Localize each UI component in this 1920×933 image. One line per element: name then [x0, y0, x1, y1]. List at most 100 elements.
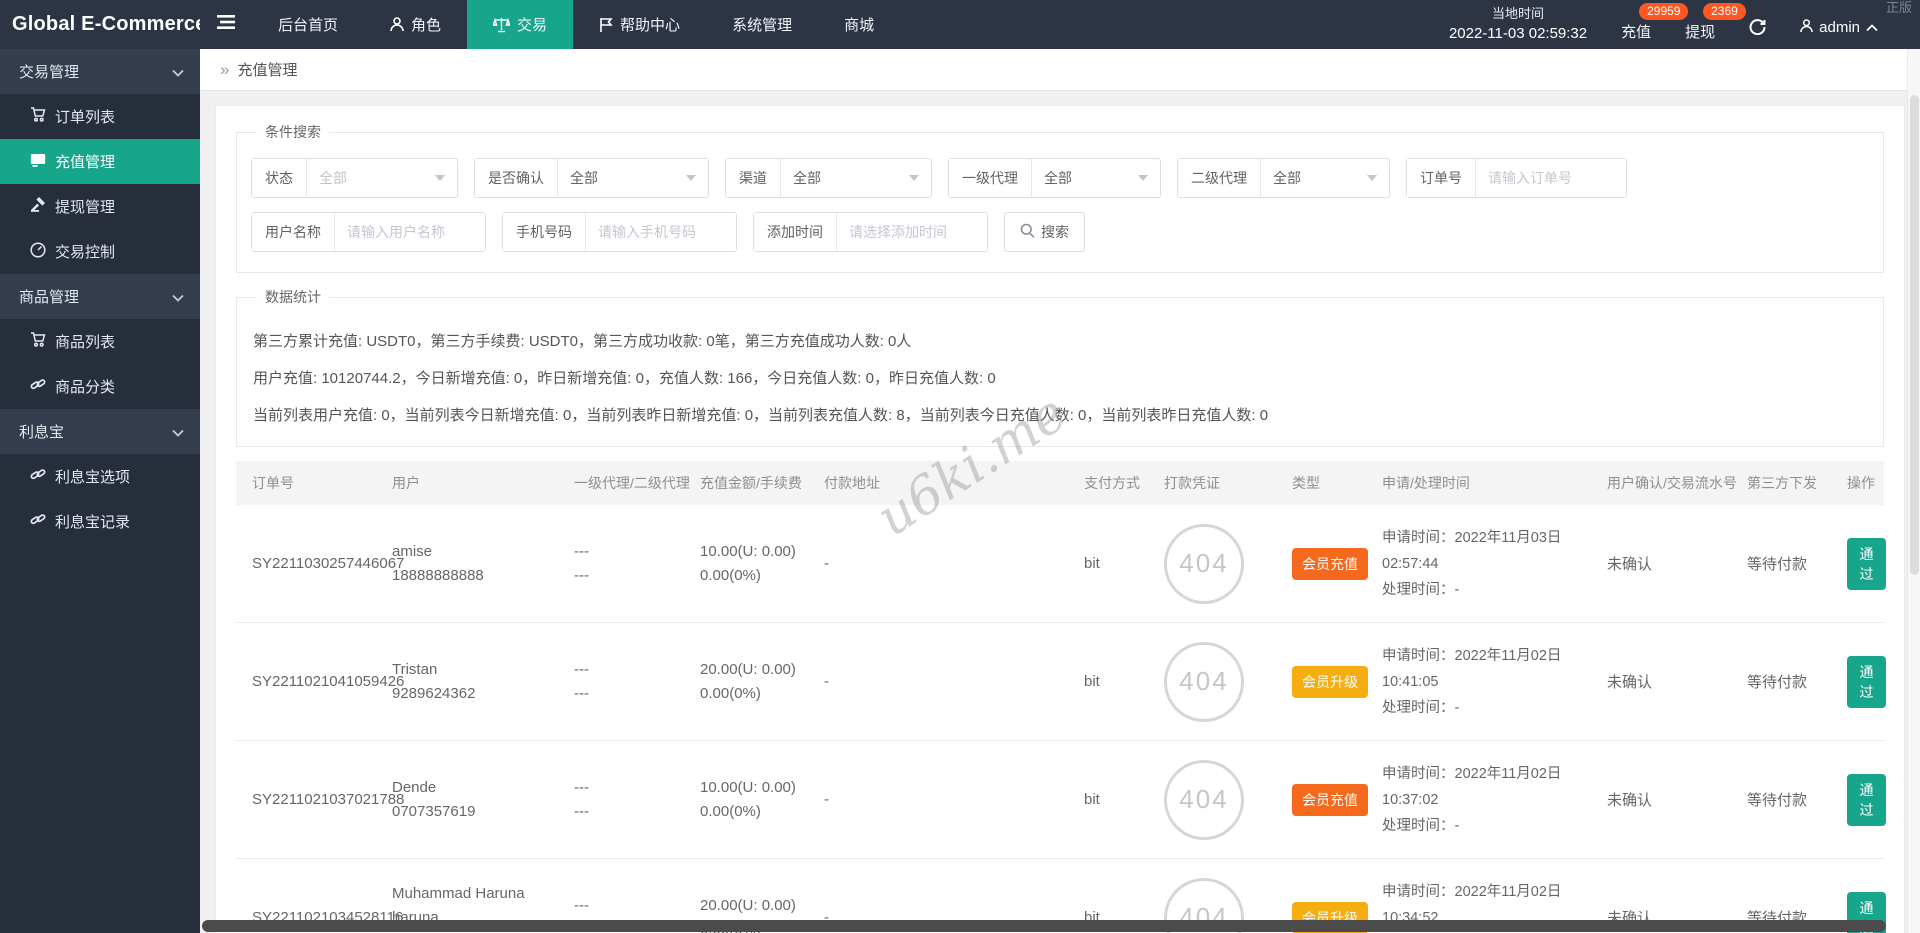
local-time: 当地时间 2022-11-03 02:59:32 [1449, 4, 1587, 46]
cell-address: - [824, 791, 829, 808]
cell-address: - [824, 555, 829, 572]
cell-type: 会员充值 [1286, 547, 1376, 580]
cell-third-party: 等待付款 [1747, 674, 1808, 691]
cell-pay-method: bit [1084, 791, 1100, 808]
status-select[interactable]: 状态 全部 [251, 158, 458, 198]
sidebar-item-label: 利息宝记录 [55, 514, 131, 531]
link-icon [30, 467, 46, 486]
order-no-label: 订单号 [1407, 159, 1476, 197]
breadcrumb: » 充值管理 [200, 49, 1920, 91]
stats-panel: 数据统计 第三方累计充值: USDT0，第三方手续费: USDT0，第三方成功收… [236, 287, 1884, 447]
horizontal-scrollbar-thumb[interactable] [202, 920, 1886, 932]
cell-time: 申请时间：2022年11月02日 10:37:02 处理时间：- [1382, 765, 1562, 834]
refresh-button[interactable] [1749, 10, 1766, 40]
caret-down-icon [1138, 175, 1148, 181]
chevron-down-icon [172, 64, 184, 81]
user-phone: 18888888888 [392, 566, 484, 584]
content-card: 条件搜索 状态 全部 是否确认 全部 渠道 全部 一级代理 全部 二级代理 全部… [215, 105, 1905, 933]
caret-up-icon [1866, 19, 1878, 36]
sidebar-item-withdraw-management[interactable]: 提现管理 [0, 184, 200, 229]
cell-order-no: SY2211021041059426 [252, 673, 405, 690]
cell-voucher: 404 [1158, 759, 1286, 840]
sidebar-item-product-category[interactable]: 商品分类 [0, 364, 200, 409]
person-icon [1800, 18, 1813, 37]
col-agents: 一级代理/二级代理 [574, 475, 690, 491]
cell-third-party: 等待付款 [1747, 556, 1808, 573]
col-pay-method: 支付方式 [1084, 475, 1140, 491]
sidebar-item-interest-records[interactable]: 利息宝记录 [0, 499, 200, 544]
username-label: 用户名称 [252, 213, 335, 251]
caret-down-icon [435, 175, 445, 181]
cell-order-no: SY2211021037021788 [252, 791, 405, 808]
cell-type: 会员升级 [1286, 665, 1376, 698]
nav-item-system[interactable]: 系统管理 [706, 0, 818, 49]
col-action: 操作 [1847, 475, 1875, 491]
nav-item-help-center[interactable]: 帮助中心 [573, 0, 706, 49]
nav-item-mall[interactable]: 商城 [818, 0, 900, 49]
sidebar-item-recharge-management[interactable]: 充值管理 [0, 139, 200, 184]
caret-down-icon [909, 175, 919, 181]
sidebar-item-trade-control[interactable]: 交易控制 [0, 229, 200, 274]
cell-amount: 10.00(U: 0.00) 0.00(0%) [700, 778, 796, 820]
withdraw-label: 提现 [1685, 24, 1716, 41]
agent2-label: 二级代理 [1178, 159, 1261, 197]
gavel-icon [30, 197, 46, 216]
username-input[interactable] [335, 213, 485, 251]
search-button[interactable]: 搜索 [1004, 212, 1085, 252]
stats-line: 用户充值: 10120744.2，今日新增充值: 0，昨日新增充值: 0，充值人… [253, 370, 996, 387]
sidebar-group-label: 交易管理 [19, 64, 80, 81]
sidebar-item-label: 商品列表 [55, 334, 116, 351]
sidebar-group-trade-management[interactable]: 交易管理 [0, 49, 200, 94]
nav-item-roles[interactable]: 角色 [364, 0, 467, 49]
confirm-select[interactable]: 是否确认 全部 [474, 158, 709, 198]
nav-label: 后台首页 [278, 17, 339, 34]
agent2-select[interactable]: 二级代理 全部 [1177, 158, 1390, 198]
channel-select[interactable]: 渠道 全部 [725, 158, 932, 198]
cell-agents: --- --- [574, 542, 589, 584]
sidebar-item-order-list[interactable]: 订单列表 [0, 94, 200, 139]
edition-tag: 正版 [1885, 0, 1912, 15]
voucher-404-image[interactable]: 404 [1164, 641, 1244, 722]
nav-item-trade[interactable]: 交易 [467, 0, 574, 49]
sidebar-item-interest-options[interactable]: 利息宝选项 [0, 454, 200, 499]
cell-user: Tristan 9289624362 [386, 658, 568, 706]
caret-down-icon [686, 175, 696, 181]
vertical-scrollbar[interactable] [1907, 49, 1920, 933]
sidebar-group-label: 利息宝 [19, 424, 65, 441]
agent1-select[interactable]: 一级代理 全部 [948, 158, 1161, 198]
status-value: 全部 [319, 170, 347, 186]
menu-toggle-button[interactable] [200, 0, 252, 49]
stats-line: 当前列表用户充值: 0，当前列表今日新增充值: 0，当前列表昨日新增充值: 0，… [253, 407, 1269, 424]
voucher-404-image[interactable]: 404 [1164, 523, 1244, 604]
user-name: Dende [392, 778, 437, 796]
voucher-404-image[interactable]: 404 [1164, 759, 1244, 840]
chevron-down-icon [172, 424, 184, 441]
table-row: SY2211030257446067 amise 18888888888 ---… [236, 505, 1886, 623]
approve-button[interactable]: 通过 [1847, 537, 1886, 590]
phone-input[interactable] [586, 213, 736, 251]
local-time-label: 当地时间 [1492, 5, 1545, 21]
nav-label: 系统管理 [732, 17, 793, 34]
stats-panel-title: 数据统计 [265, 289, 321, 305]
sidebar-group-product-management[interactable]: 商品管理 [0, 274, 200, 319]
withdraw-notify-button[interactable]: 提现 2369 [1685, 3, 1746, 42]
recharge-notify-button[interactable]: 充值 29959 [1621, 3, 1689, 42]
sidebar-item-product-list[interactable]: 商品列表 [0, 319, 200, 364]
cart-icon [30, 332, 46, 351]
approve-button[interactable]: 通过 [1847, 655, 1886, 708]
order-no-input[interactable] [1476, 159, 1626, 197]
user-menu[interactable]: admin [1800, 13, 1878, 37]
add-time-input[interactable] [837, 213, 987, 251]
sidebar-group-interest-treasure[interactable]: 利息宝 [0, 409, 200, 454]
sidebar: 交易管理 订单列表 充值管理 提现管理 交易控制 商品管理 商品列表 商品分类 … [0, 49, 200, 933]
col-type: 类型 [1292, 475, 1320, 491]
vertical-scrollbar-thumb[interactable] [1910, 95, 1919, 575]
nav-item-dashboard[interactable]: 后台首页 [252, 0, 364, 49]
approve-button[interactable]: 通过 [1847, 773, 1886, 826]
double-angle-icon: » [220, 59, 230, 79]
cell-pay-method: bit [1084, 673, 1100, 690]
filter-panel-title: 条件搜索 [265, 124, 321, 140]
col-amount-fee: 充值金额/手续费 [700, 475, 802, 491]
person-icon [390, 17, 404, 32]
search-button-label: 搜索 [1041, 224, 1069, 240]
